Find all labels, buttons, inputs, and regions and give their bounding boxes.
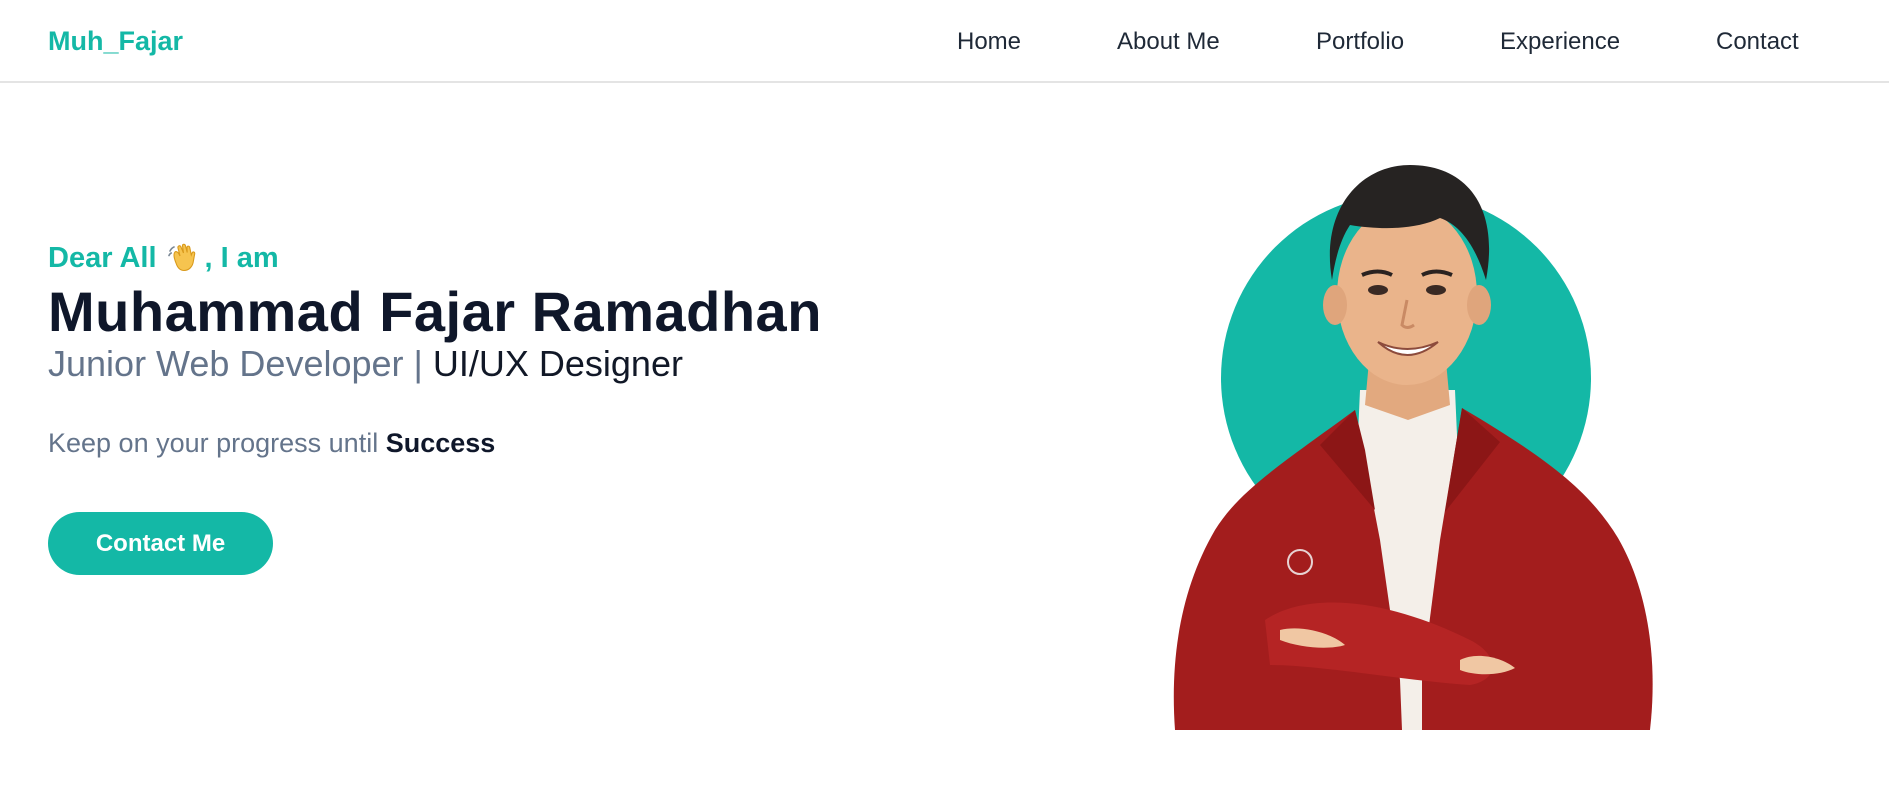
nav-link-experience[interactable]: Experience xyxy=(1500,26,1620,58)
eye-left xyxy=(1368,285,1388,295)
nav-link-about-me[interactable]: About Me xyxy=(1117,26,1220,58)
navbar: Muh_Fajar Home About Me Portfolio Experi… xyxy=(0,0,1889,83)
face xyxy=(1337,205,1477,385)
role-secondary: UI/UX Designer xyxy=(432,343,683,384)
hero-tagline: Keep on your progress until Success xyxy=(48,426,948,460)
ear-right xyxy=(1467,285,1491,325)
greeting-prefix: Dear All xyxy=(48,242,157,274)
eye-right xyxy=(1426,285,1446,295)
greeting: Dear All , I am xyxy=(48,240,948,276)
greeting-suffix: , I am xyxy=(204,242,279,274)
nav-link-contact[interactable]: Contact xyxy=(1716,26,1799,58)
contact-me-button[interactable]: Contact Me xyxy=(48,512,273,575)
nav-menu: Home About Me Portfolio Experience Conta… xyxy=(0,26,1889,58)
hero-name: Muhammad Fajar Ramadhan xyxy=(48,280,822,343)
ear-left xyxy=(1323,285,1347,325)
role-primary: Junior Web Developer | xyxy=(48,343,433,384)
tagline-text: Keep on your progress until xyxy=(48,428,386,458)
tagline-emphasis: Success xyxy=(385,428,496,458)
hero-portrait xyxy=(1170,120,1670,730)
nav-link-portfolio[interactable]: Portfolio xyxy=(1316,26,1404,58)
waving-hand-icon xyxy=(167,243,195,272)
nav-link-home[interactable]: Home xyxy=(957,26,1021,58)
hero-intro: Dear All , I am Muhammad Fajar Ramadhan … xyxy=(48,240,948,575)
hero-role: Junior Web Developer | UI/UX Designer xyxy=(48,342,948,386)
profile-photo xyxy=(1173,165,1653,730)
